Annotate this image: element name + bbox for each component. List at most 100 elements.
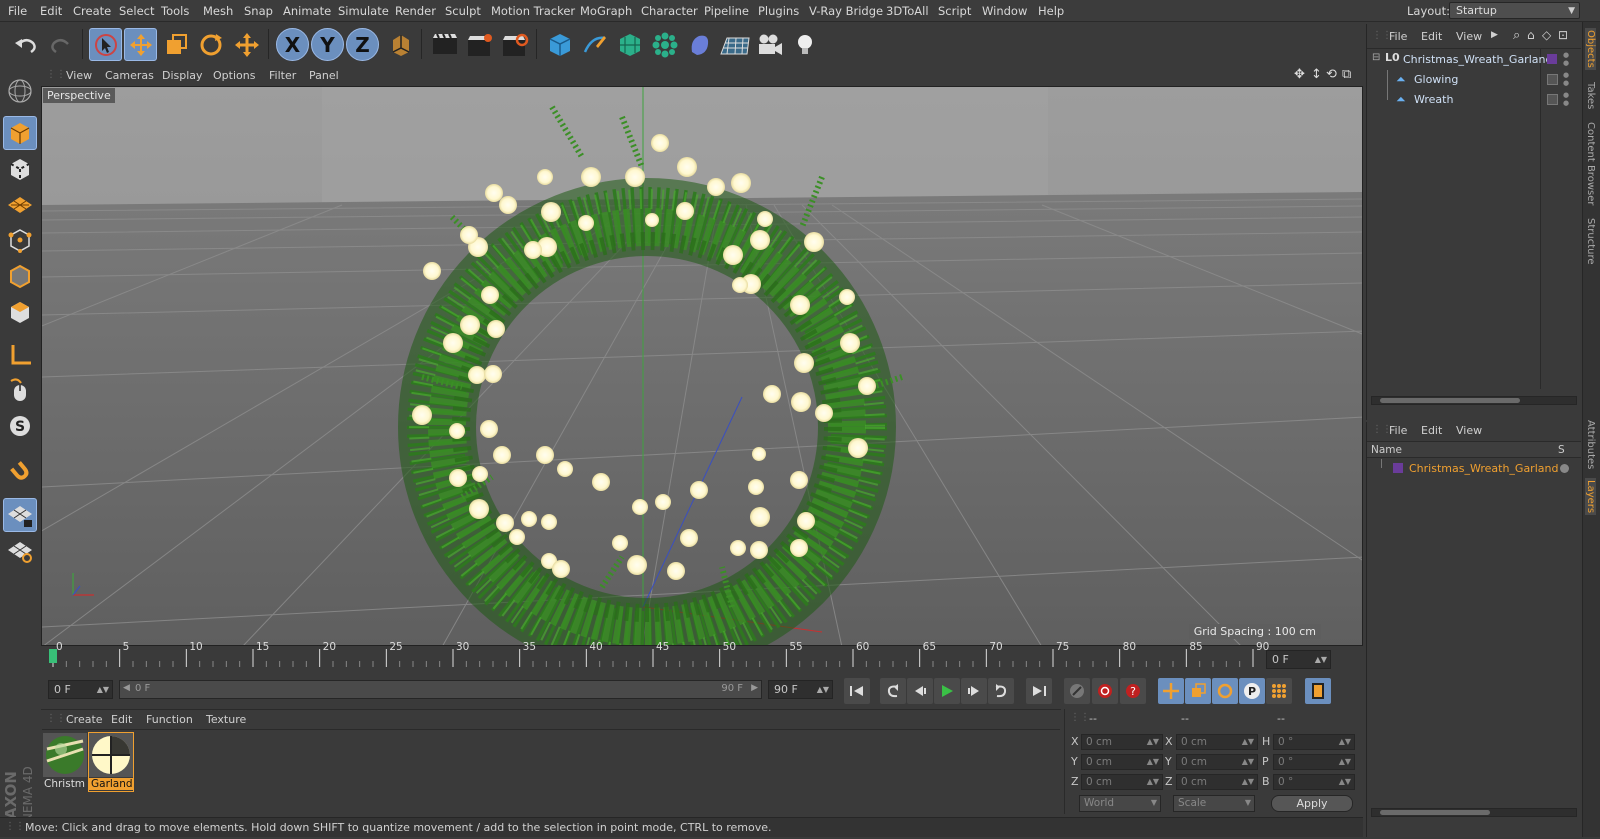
- back-icon[interactable]: ◇: [1542, 28, 1551, 42]
- key-position-icon[interactable]: [1158, 678, 1184, 704]
- object-row[interactable]: ⊟ L0 Christmas_Wreath_Garland ● ●: [1367, 50, 1581, 70]
- menu-file[interactable]: File: [8, 4, 27, 18]
- menu-window[interactable]: Window: [982, 4, 1027, 18]
- visibility-dots-icon[interactable]: ● ●: [1563, 71, 1569, 87]
- subdivision-icon[interactable]: [613, 28, 646, 61]
- object-row[interactable]: ⏶ Wreath ● ●: [1367, 90, 1581, 110]
- edges-mode-icon[interactable]: [3, 259, 37, 293]
- menu-animate[interactable]: Animate: [283, 4, 331, 18]
- viewport-menu-options[interactable]: Options: [213, 69, 255, 82]
- menu-mograph[interactable]: MoGraph: [580, 4, 632, 18]
- menu-3dtoall[interactable]: 3DToAll: [886, 4, 929, 18]
- tab-layers[interactable]: Layers: [1585, 478, 1596, 516]
- floor-icon[interactable]: [718, 28, 751, 61]
- viewport-menu-panel[interactable]: Panel: [309, 69, 339, 82]
- tag-icon[interactable]: [1547, 74, 1558, 85]
- next-key-icon[interactable]: [988, 678, 1014, 704]
- size-x-field[interactable]: 0 cm ▲▼: [1176, 734, 1258, 750]
- layout-dropdown[interactable]: Startup ▼: [1449, 2, 1580, 19]
- auto-keyframing-icon[interactable]: [1092, 678, 1118, 704]
- layers-menu-view[interactable]: View: [1456, 424, 1482, 437]
- menu-edit[interactable]: Edit: [40, 4, 62, 18]
- solo-column-header[interactable]: S: [1558, 444, 1565, 456]
- cloner-icon[interactable]: [648, 28, 681, 61]
- cube-icon[interactable]: [543, 28, 576, 61]
- redo-icon[interactable]: [44, 28, 77, 61]
- tab-attributes[interactable]: Attributes: [1585, 420, 1596, 469]
- tab-takes[interactable]: Takes: [1585, 82, 1596, 109]
- key-pla-icon[interactable]: [1266, 678, 1292, 704]
- texture-mode-icon[interactable]: [3, 152, 37, 186]
- material-swatch[interactable]: Christm: [43, 733, 87, 791]
- previous-key-icon[interactable]: [880, 678, 906, 704]
- viewport-menu-filter[interactable]: Filter: [269, 69, 296, 82]
- scale-icon[interactable]: [159, 28, 192, 61]
- key-scale-icon[interactable]: [1185, 678, 1211, 704]
- material-menu-create[interactable]: Create: [66, 713, 103, 726]
- frame-range-slider[interactable]: ◀ 0 F 90 F ▶: [119, 680, 762, 699]
- next-frame-icon[interactable]: [961, 678, 987, 704]
- viewport-menu-display[interactable]: Display: [162, 69, 203, 82]
- size-y-field[interactable]: 0 cm ▲▼: [1176, 754, 1258, 770]
- timeline-view-icon[interactable]: [1305, 678, 1331, 704]
- play-icon[interactable]: [934, 678, 960, 704]
- timeline-ruler[interactable]: 0 5 10 15 20 25 30 35 40 45 50 55 60 65 70 75 80 85 90 0 F…: [41, 641, 1363, 671]
- new-view-icon[interactable]: ⊡: [1558, 28, 1568, 42]
- viewport-menu-cameras[interactable]: Cameras: [105, 69, 154, 82]
- menu-script[interactable]: Script: [938, 4, 971, 18]
- menu-plugins[interactable]: Plugins: [758, 4, 799, 18]
- size-z-field[interactable]: 0 cm ▲▼: [1176, 774, 1258, 790]
- deformer-icon[interactable]: [683, 28, 716, 61]
- x-axis-icon[interactable]: X: [276, 28, 309, 61]
- start-frame-field[interactable]: 0 F ▲▼: [48, 680, 113, 699]
- tab-structure[interactable]: Structure: [1585, 218, 1596, 265]
- viewport-menu-view[interactable]: View: [66, 69, 92, 82]
- undo-icon[interactable]: [9, 28, 42, 61]
- key-rotation-icon[interactable]: [1212, 678, 1238, 704]
- coordinate-system-icon[interactable]: [383, 28, 416, 61]
- rot-p-field[interactable]: 0 ° ▲▼: [1273, 754, 1355, 770]
- objects-menu-file[interactable]: File: [1389, 30, 1407, 43]
- menu-help[interactable]: Help: [1038, 4, 1064, 18]
- material-menu-texture[interactable]: Texture: [206, 713, 246, 726]
- menu-motion-tracker[interactable]: Motion Tracker: [491, 4, 575, 18]
- go-to-end-icon[interactable]: [1026, 678, 1052, 704]
- z-axis-icon[interactable]: Z: [346, 28, 379, 61]
- caret-right-icon[interactable]: ▶: [1491, 30, 1498, 40]
- menu-vray-bridge[interactable]: V-Ray Bridge: [809, 4, 883, 18]
- menu-sculpt[interactable]: Sculpt: [445, 4, 481, 18]
- snap-icon[interactable]: S: [3, 409, 37, 443]
- previous-frame-icon[interactable]: [907, 678, 933, 704]
- edit-mode-icon[interactable]: [3, 74, 37, 108]
- rotate-icon[interactable]: [194, 28, 227, 61]
- menu-pipeline[interactable]: Pipeline: [704, 4, 749, 18]
- collapse-icon[interactable]: ⊟: [1372, 52, 1380, 63]
- layer-color-swatch[interactable]: [1547, 54, 1557, 64]
- tweak-mode-icon[interactable]: [3, 373, 37, 407]
- workplane-icon[interactable]: [3, 187, 37, 221]
- menu-character[interactable]: Character: [641, 4, 698, 18]
- material-menu-function[interactable]: Function: [146, 713, 193, 726]
- current-frame-field[interactable]: 0 F ▲▼: [1266, 650, 1331, 669]
- camera-icon[interactable]: [753, 28, 786, 61]
- rot-b-field[interactable]: 0 ° ▲▼: [1273, 774, 1355, 790]
- pos-y-field[interactable]: 0 cm ▲▼: [1081, 754, 1163, 770]
- object-row[interactable]: ⏶ Glowing ● ●: [1367, 70, 1581, 90]
- layer-row[interactable]: Christmas_Wreath_Garland: [1367, 459, 1581, 477]
- material-swatch[interactable]: Garland: [88, 732, 134, 792]
- tab-content-browser[interactable]: Content Browser: [1585, 122, 1596, 205]
- objects-menu-view[interactable]: View: [1456, 30, 1482, 43]
- size-mode-dropdown[interactable]: Scale ▼: [1173, 795, 1255, 812]
- zoom-view-icon[interactable]: ↕: [1311, 67, 1322, 82]
- recent-tool-icon[interactable]: [230, 28, 263, 61]
- tab-objects[interactable]: Objects: [1585, 28, 1596, 70]
- visibility-dots-icon[interactable]: ● ●: [1563, 51, 1569, 67]
- model-mode-icon[interactable]: [3, 116, 37, 150]
- axis-mode-icon[interactable]: [3, 338, 37, 372]
- apply-button[interactable]: Apply: [1271, 795, 1353, 812]
- name-column-header[interactable]: Name: [1371, 444, 1402, 456]
- layers-horizontal-scrollbar[interactable]: [1371, 808, 1577, 817]
- menu-mesh[interactable]: Mesh: [203, 4, 233, 18]
- layers-menu-edit[interactable]: Edit: [1421, 424, 1442, 437]
- solo-dot-icon[interactable]: [1560, 464, 1569, 473]
